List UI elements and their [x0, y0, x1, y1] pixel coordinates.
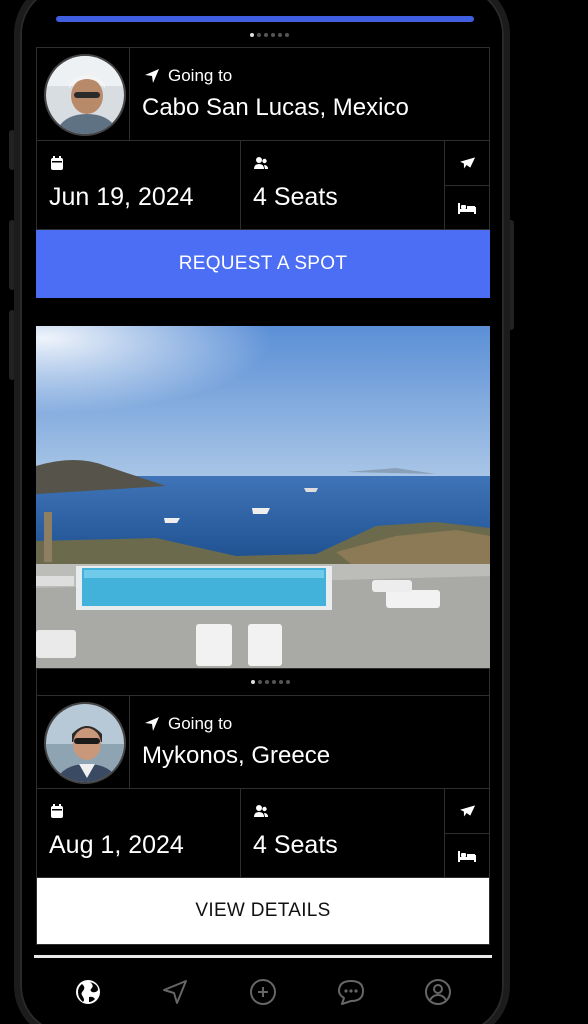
- going-to-text: Going to: [168, 66, 233, 85]
- flight-included-cell[interactable]: [444, 788, 490, 834]
- carousel-dots: [250, 33, 289, 37]
- view-details-button[interactable]: VIEW DETAILS: [36, 877, 490, 945]
- bottom-tab-bar: [34, 966, 492, 1018]
- host-avatar-cell: [36, 47, 130, 141]
- destination-cell: Going to Mykonos, Greece: [129, 695, 490, 789]
- tab-trips[interactable]: [157, 974, 193, 1010]
- flight-included-cell[interactable]: [444, 140, 490, 186]
- tab-messages[interactable]: [333, 974, 369, 1010]
- destination-cell: Going to Cabo San Lucas, Mexico: [129, 47, 490, 141]
- bed-icon: [458, 202, 476, 214]
- hotel-included-cell[interactable]: [444, 833, 490, 878]
- date-cell: Jun 19, 2024: [36, 140, 241, 230]
- airplane-icon: [460, 805, 476, 817]
- people-icon: [254, 805, 268, 817]
- destination-photo[interactable]: [36, 326, 490, 668]
- seats-cell: 4 Seats: [240, 140, 445, 230]
- seats-cell: 4 Seats: [240, 788, 445, 878]
- host-avatar[interactable]: [44, 54, 126, 136]
- bed-icon: [458, 850, 476, 862]
- tab-explore[interactable]: [70, 974, 106, 1010]
- plus-circle-icon: [249, 979, 276, 1005]
- send-arrow-icon: [163, 980, 188, 1004]
- going-to-label: Going to: [144, 714, 232, 734]
- going-to-label: Going to: [144, 66, 232, 86]
- tab-profile[interactable]: [420, 974, 456, 1010]
- navigation-arrow-icon: [145, 717, 159, 731]
- host-avatar-cell: [36, 695, 130, 789]
- seats-count: 4 Seats: [253, 831, 338, 859]
- date-cell: Aug 1, 2024: [36, 788, 241, 878]
- going-to-text: Going to: [168, 714, 233, 733]
- calendar-icon: [51, 804, 63, 818]
- trip-date: Jun 19, 2024: [49, 183, 194, 211]
- trip-date: Aug 1, 2024: [49, 831, 184, 859]
- app-screen: Going to Cabo San Lucas, Mexico Jun 19, …: [34, 0, 492, 1024]
- airplane-icon: [460, 157, 476, 169]
- calendar-icon: [51, 156, 63, 170]
- globe-icon: [75, 980, 100, 1004]
- people-icon: [254, 157, 268, 169]
- tab-create[interactable]: [245, 974, 281, 1010]
- previous-card-photo-edge: [56, 16, 474, 22]
- carousel-dots[interactable]: [251, 680, 290, 684]
- destination-name: Cabo San Lucas, Mexico: [142, 94, 409, 121]
- destination-name: Mykonos, Greece: [142, 742, 331, 769]
- host-avatar[interactable]: [44, 702, 126, 784]
- hotel-included-cell[interactable]: [444, 185, 490, 230]
- navigation-arrow-icon: [145, 69, 159, 83]
- tabbar-divider: [34, 955, 492, 958]
- chat-bubble-icon: [337, 980, 364, 1005]
- seats-count: 4 Seats: [253, 183, 338, 211]
- user-circle-icon: [425, 979, 452, 1005]
- carousel-dots-bar: [36, 668, 490, 696]
- request-spot-button[interactable]: REQUEST A SPOT: [36, 230, 490, 298]
